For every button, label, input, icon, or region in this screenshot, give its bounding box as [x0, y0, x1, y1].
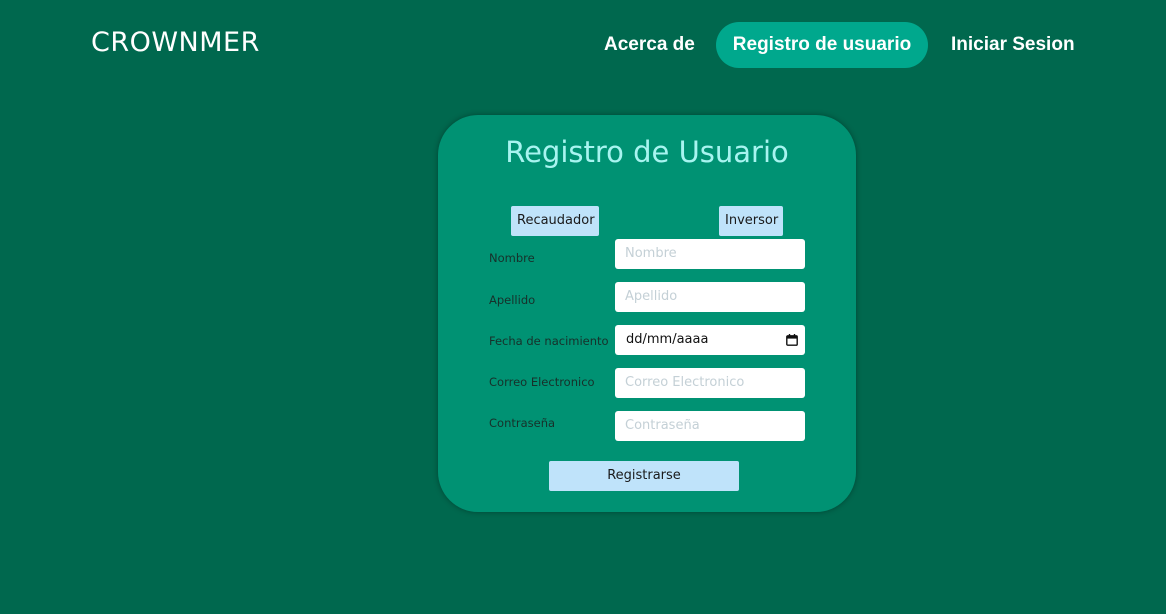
page: CROWNMER Acerca de Registro de usuario I…: [0, 0, 1166, 614]
fecha-nacimiento-label: Fecha de nacimiento: [489, 334, 609, 348]
top-nav: Acerca de Registro de usuario Iniciar Se…: [0, 22, 1166, 68]
form-title: Registro de Usuario: [505, 135, 789, 169]
contrasena-input[interactable]: Contraseña: [615, 411, 805, 441]
nombre-input[interactable]: Nombre: [615, 239, 805, 269]
registration-card: Registro de Usuario Recaudador Inversor …: [438, 115, 856, 512]
fecha-nacimiento-input[interactable]: dd/mm/aaaa: [615, 325, 805, 355]
fecha-nacimiento-value: dd/mm/aaaa: [626, 332, 709, 347]
nav-about-link[interactable]: Acerca de: [604, 22, 695, 68]
registrarse-button[interactable]: Registrarse: [549, 461, 739, 491]
role-inversor-button[interactable]: Inversor: [719, 206, 783, 236]
nav-login-link[interactable]: Iniciar Sesion: [951, 22, 1075, 68]
correo-input[interactable]: Correo Electronico: [615, 368, 805, 398]
role-recaudador-button[interactable]: Recaudador: [511, 206, 599, 236]
contrasena-label: Contraseña: [489, 416, 556, 430]
apellido-input[interactable]: Apellido: [615, 282, 805, 312]
nav-register-link[interactable]: Registro de usuario: [716, 22, 928, 68]
nombre-label: Nombre: [489, 251, 535, 265]
calendar-icon[interactable]: [786, 334, 798, 346]
correo-label: Correo Electronico: [489, 375, 595, 389]
apellido-label: Apellido: [489, 293, 536, 307]
